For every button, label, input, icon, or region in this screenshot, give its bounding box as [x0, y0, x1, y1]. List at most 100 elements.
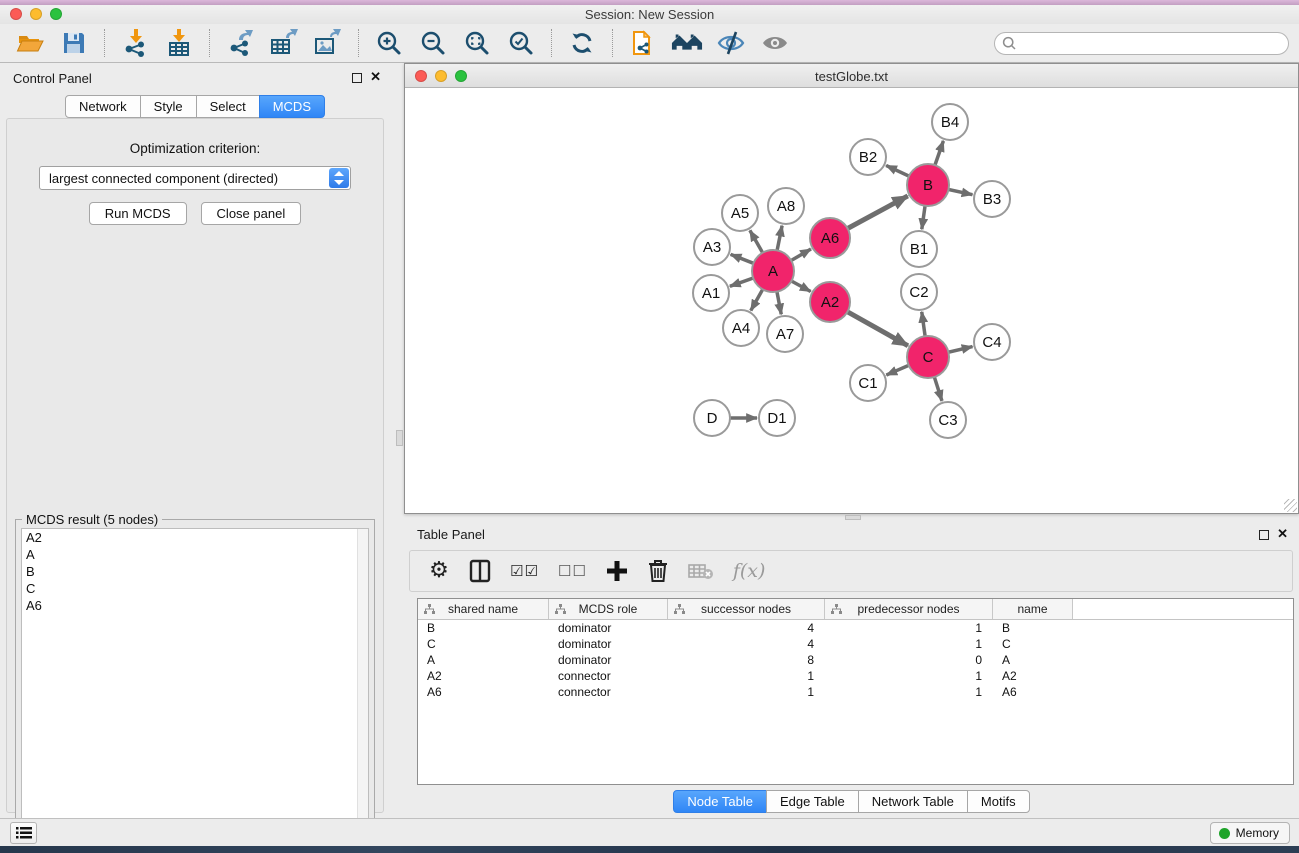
graph-node-C4[interactable]: C4	[974, 324, 1010, 360]
float-panel-icon[interactable]	[352, 73, 362, 83]
cell-successor-nodes[interactable]: 4	[668, 620, 825, 636]
hide-visualization-icon[interactable]	[715, 27, 747, 59]
cell-predecessor-nodes[interactable]: 1	[825, 636, 993, 652]
memory-button[interactable]: Memory	[1210, 822, 1290, 844]
column-header-name[interactable]: name	[993, 599, 1073, 619]
graph-node-C3[interactable]: C3	[930, 402, 966, 438]
cell-shared-name[interactable]: B	[418, 620, 549, 636]
column-header-MCDS-role[interactable]: MCDS role	[549, 599, 668, 619]
save-session-icon[interactable]	[58, 27, 90, 59]
graph-node-A4[interactable]: A4	[723, 310, 759, 346]
graph-node-C1[interactable]: C1	[850, 365, 886, 401]
graph-node-A1[interactable]: A1	[693, 275, 729, 311]
delete-table-icon[interactable]	[688, 556, 714, 586]
graph-node-A8[interactable]: A8	[768, 188, 804, 224]
graph-node-A5[interactable]: A5	[722, 195, 758, 231]
zoom-out-icon[interactable]	[417, 27, 449, 59]
graph-node-B3[interactable]: B3	[974, 181, 1010, 217]
cell-MCDS-role[interactable]: connector	[549, 684, 668, 700]
column-header-successor-nodes[interactable]: successor nodes	[668, 599, 825, 619]
cell-successor-nodes[interactable]: 1	[668, 684, 825, 700]
zoom-fit-icon[interactable]	[461, 27, 493, 59]
open-session-icon[interactable]	[14, 27, 46, 59]
float-table-panel-icon[interactable]	[1259, 530, 1269, 540]
tab-select[interactable]: Select	[196, 95, 260, 118]
table-row-a2[interactable]: A2connector11A2	[418, 668, 1293, 684]
add-column-icon[interactable]	[606, 556, 628, 586]
result-item-a2[interactable]: A2	[22, 529, 368, 546]
cell-successor-nodes[interactable]: 4	[668, 636, 825, 652]
settings-gear-icon[interactable]: ⚙	[428, 556, 450, 586]
table-tab-motifs[interactable]: Motifs	[967, 790, 1030, 813]
table-tab-network-table[interactable]: Network Table	[858, 790, 968, 813]
graph-node-A2[interactable]: A2	[810, 282, 850, 322]
result-item-a[interactable]: A	[22, 546, 368, 563]
graph-node-C[interactable]: C	[907, 336, 949, 378]
graph-node-B[interactable]: B	[907, 164, 949, 206]
vertical-splitter-handle[interactable]	[396, 430, 403, 446]
show-visualization-icon[interactable]	[759, 27, 791, 59]
cell-successor-nodes[interactable]: 1	[668, 668, 825, 684]
cell-successor-nodes[interactable]: 8	[668, 652, 825, 668]
table-tab-edge-table[interactable]: Edge Table	[766, 790, 859, 813]
table-tab-node-table[interactable]: Node Table	[673, 790, 767, 813]
cell-MCDS-role[interactable]: dominator	[549, 652, 668, 668]
window-resize-grip[interactable]	[1284, 499, 1297, 512]
cell-MCDS-role[interactable]: connector	[549, 668, 668, 684]
deselect-all-icon[interactable]: ☐☐	[558, 556, 587, 586]
cell-name[interactable]: A	[993, 652, 1073, 668]
graph-node-B4[interactable]: B4	[932, 104, 968, 140]
zoom-selected-icon[interactable]	[505, 27, 537, 59]
export-image-icon[interactable]	[312, 27, 344, 59]
tab-style[interactable]: Style	[140, 95, 197, 118]
graph-node-A3[interactable]: A3	[694, 229, 730, 265]
column-header-shared-name[interactable]: shared name	[418, 599, 549, 619]
cell-predecessor-nodes[interactable]: 0	[825, 652, 993, 668]
cell-predecessor-nodes[interactable]: 1	[825, 668, 993, 684]
network-file-icon[interactable]	[627, 27, 659, 59]
graph-node-A[interactable]: A	[752, 250, 794, 292]
graph-node-B1[interactable]: B1	[901, 231, 937, 267]
zoom-in-icon[interactable]	[373, 27, 405, 59]
result-scrollbar[interactable]	[357, 529, 368, 852]
graph-node-D[interactable]: D	[694, 400, 730, 436]
graph-node-B2[interactable]: B2	[850, 139, 886, 175]
cell-name[interactable]: C	[993, 636, 1073, 652]
refresh-icon[interactable]	[566, 27, 598, 59]
close-panel-button[interactable]: Close panel	[201, 202, 302, 225]
cell-MCDS-role[interactable]: dominator	[549, 636, 668, 652]
table-row-a6[interactable]: A6connector11A6	[418, 684, 1293, 700]
cell-shared-name[interactable]: A2	[418, 668, 549, 684]
import-network-icon[interactable]	[119, 27, 151, 59]
result-item-a6[interactable]: A6	[22, 597, 368, 614]
graph-node-D1[interactable]: D1	[759, 400, 795, 436]
network-canvas[interactable]: B4 B2 B B3 A8 A5 A6 B1 A3 A C2 A1 A2 A4A7 C4 C C1 C3 D D1	[406, 89, 1297, 512]
table-row-b[interactable]: Bdominator41B	[418, 620, 1293, 636]
graph-node-A6[interactable]: A6	[810, 218, 850, 258]
graph-node-A7[interactable]: A7	[767, 316, 803, 352]
cell-shared-name[interactable]: C	[418, 636, 549, 652]
close-table-panel-icon[interactable]: ✕	[1277, 527, 1288, 541]
cell-name[interactable]: A2	[993, 668, 1073, 684]
cell-MCDS-role[interactable]: dominator	[549, 620, 668, 636]
table-row-a[interactable]: Adominator80A	[418, 652, 1293, 668]
select-all-icon[interactable]: ☑☑	[510, 556, 539, 586]
show-column-icon[interactable]	[469, 556, 491, 586]
tab-network[interactable]: Network	[65, 95, 141, 118]
run-mcds-button[interactable]: Run MCDS	[89, 202, 187, 225]
search-input[interactable]	[994, 32, 1289, 55]
tab-mcds[interactable]: MCDS	[259, 95, 325, 118]
optimization-criterion-select[interactable]: largest connected component (directed)	[39, 166, 351, 190]
cell-shared-name[interactable]: A6	[418, 684, 549, 700]
close-panel-icon[interactable]: ✕	[370, 70, 381, 84]
result-item-b[interactable]: B	[22, 563, 368, 580]
task-history-button[interactable]	[10, 822, 37, 844]
column-header-predecessor-nodes[interactable]: predecessor nodes	[825, 599, 993, 619]
home-icon[interactable]	[671, 27, 703, 59]
result-item-c[interactable]: C	[22, 580, 368, 597]
network-window-titlebar[interactable]: testGlobe.txt	[405, 64, 1298, 88]
cell-shared-name[interactable]: A	[418, 652, 549, 668]
cell-predecessor-nodes[interactable]: 1	[825, 620, 993, 636]
export-table-icon[interactable]	[268, 27, 300, 59]
graph-node-C2[interactable]: C2	[901, 274, 937, 310]
